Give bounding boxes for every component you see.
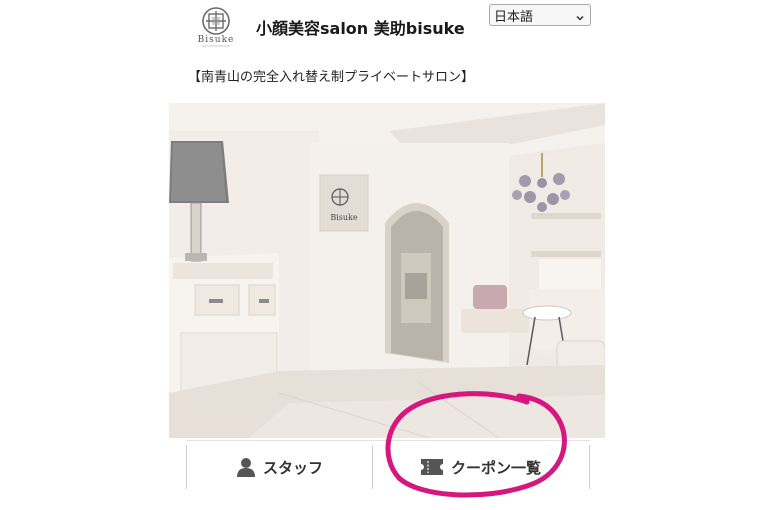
ticket-icon (420, 459, 443, 475)
page: Bisuke 小顔美容salon 美助bisuke 日本語 【南青山の完全入れ替… (0, 0, 770, 510)
svg-text:Bisuke: Bisuke (198, 35, 235, 45)
nav-coupon-list-button[interactable]: クーポン一覧 (372, 445, 590, 489)
person-icon (236, 457, 255, 477)
language-select-value: 日本語 (494, 10, 534, 25)
nav-staff-label: スタッフ (262, 458, 323, 477)
logo-emblem-icon: Bisuke (198, 7, 235, 47)
page-title: 小顔美容salon 美助bisuke (256, 19, 465, 38)
brand-logo[interactable]: Bisuke (190, 4, 242, 50)
language-select[interactable]: 日本語 (489, 4, 591, 26)
chevron-down-icon (576, 11, 584, 21)
salon-tagline: 【南青山の完全入れ替え制プライベートサロン】 (188, 70, 475, 85)
salon-interior-photo: Bisuke (169, 103, 605, 438)
bottom-nav: スタッフ クーポン一覧 (186, 440, 590, 493)
salon-interior-image: Bisuke (169, 103, 605, 438)
nav-coupon-list-label: クーポン一覧 (450, 458, 541, 477)
nav-staff-button[interactable]: スタッフ (186, 445, 373, 489)
svg-text:Bisuke: Bisuke (330, 213, 358, 222)
